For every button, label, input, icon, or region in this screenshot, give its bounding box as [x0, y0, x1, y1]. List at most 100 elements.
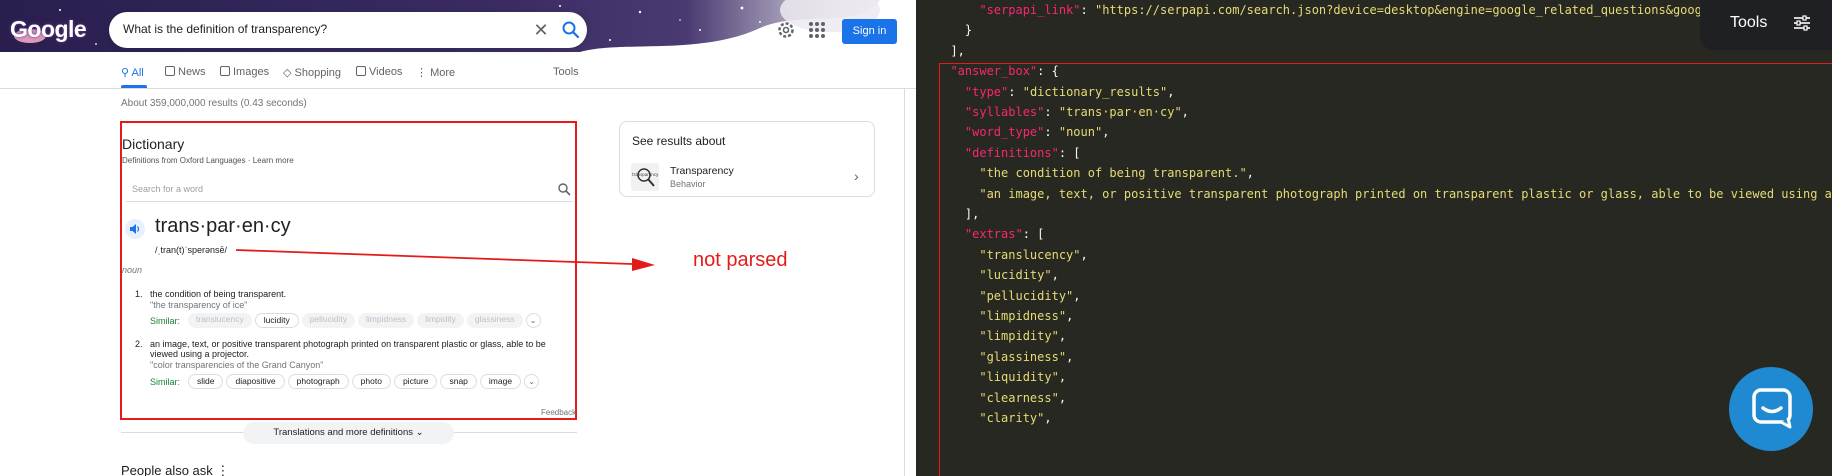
tools-panel[interactable]: Tools	[1700, 0, 1832, 50]
similar-chip[interactable]: photo	[351, 374, 391, 389]
json-code-line: "translucency",	[936, 247, 1088, 262]
feedback-link[interactable]: Feedback	[541, 408, 576, 417]
similar-chip[interactable]: diapositive	[226, 374, 285, 389]
phonetic: /ˌtran(t)ˈsperənsē/	[155, 245, 228, 255]
search-bar[interactable]: What is the definition of transparency? …	[109, 12, 587, 48]
tab-more[interactable]: ⋮ More	[416, 66, 455, 79]
videos-icon	[356, 66, 366, 76]
json-code-panel: "serpapi_link": "https://serpapi.com/sea…	[916, 0, 1832, 476]
json-punctuation	[936, 329, 979, 343]
json-code-line: "syllables": "trans·par·en·cy",	[936, 105, 1189, 119]
json-string: "clarity"	[979, 411, 1045, 425]
json-punctuation	[936, 289, 979, 303]
json-code-line: "clarity",	[936, 411, 1051, 425]
tab-videos[interactable]: Videos	[356, 66, 402, 78]
more-options-icon[interactable]: ⋮	[216, 463, 229, 476]
chevron-down-icon[interactable]: ⌄	[525, 313, 541, 328]
json-punctuation	[936, 411, 979, 425]
similar-chip[interactable]: photograph	[287, 374, 349, 389]
similar-chip[interactable]: pellucidity	[301, 313, 356, 328]
json-string: "liquidity"	[979, 370, 1059, 385]
similar-chip[interactable]: glassiness	[466, 313, 523, 328]
scrollbar[interactable]	[904, 88, 905, 476]
definition-number: 1.	[135, 289, 143, 299]
json-punctuation: ,	[1073, 288, 1081, 303]
json-punctuation: ,	[1246, 166, 1254, 181]
part-of-speech: noun	[122, 265, 143, 275]
json-key: "word_type"	[964, 125, 1045, 140]
json-punctuation	[936, 268, 979, 282]
see-results-card[interactable]: See results about transparency Transpare…	[619, 121, 875, 197]
json-punctuation	[936, 3, 979, 17]
sign-in-button[interactable]: Sign in	[842, 19, 897, 44]
json-code-line: "limpidness",	[936, 309, 1073, 323]
similar-chip[interactable]: lucidity	[254, 313, 299, 328]
search-icon[interactable]	[557, 182, 571, 196]
tab-tools[interactable]: Tools	[553, 66, 579, 78]
result-stats: About 359,000,000 results (0.43 seconds)	[121, 98, 307, 109]
tab-all[interactable]: ⚲ All	[121, 66, 144, 79]
json-punctuation: ],	[936, 207, 980, 221]
similar-chip[interactable]: limpidness	[358, 313, 415, 328]
json-punctuation	[936, 166, 979, 180]
json-string: "trans·par·en·cy"	[1058, 105, 1182, 119]
json-punctuation: ,	[1058, 370, 1067, 385]
dictionary-box: Dictionary Definitions from Oxford Langu…	[120, 121, 577, 420]
google-logo[interactable]: Google	[10, 16, 87, 43]
json-punctuation: :	[1080, 3, 1095, 17]
tools-label: Tools	[1730, 14, 1768, 31]
json-punctuation: ],	[936, 43, 965, 58]
serp-panel: Google What is the definition of transpa…	[0, 0, 916, 476]
json-code-line: "definitions": [	[936, 146, 1081, 160]
search-input[interactable]: What is the definition of transparency?	[123, 22, 327, 36]
similar-chip[interactable]: translucency	[188, 313, 252, 328]
json-punctuation: :	[1044, 105, 1059, 119]
json-punctuation: ,	[1102, 125, 1110, 140]
chevron-down-icon[interactable]: ⌄	[524, 374, 540, 389]
json-string: "translucency"	[979, 247, 1081, 262]
json-punctuation	[936, 125, 965, 139]
json-code-line: "answer_box": {	[936, 64, 1058, 78]
json-punctuation: ,	[1080, 247, 1088, 262]
similar-chip[interactable]: limpidity	[417, 313, 464, 328]
gear-icon[interactable]	[776, 20, 796, 40]
json-punctuation: ,	[1058, 390, 1067, 405]
word-search-field[interactable]: Search for a word	[126, 178, 573, 202]
json-string: "noun"	[1058, 125, 1103, 140]
tab-news[interactable]: News	[165, 66, 206, 78]
json-string: "glassiness"	[979, 349, 1067, 364]
sliders-icon[interactable]	[1793, 14, 1811, 32]
chevron-right-icon: ›	[854, 168, 859, 184]
similar-chip[interactable]: picture	[393, 374, 438, 389]
see-results-title: See results about	[632, 134, 726, 148]
json-punctuation	[936, 248, 979, 262]
header-doodle: Google What is the definition of transpa…	[0, 0, 916, 56]
json-punctuation: ,	[1167, 84, 1175, 99]
clear-icon[interactable]: ✕	[529, 18, 553, 42]
json-code-line: "lucidity",	[936, 268, 1058, 283]
similar-chips: slide diapositive photograph photo pictu…	[188, 374, 540, 389]
chat-launcher-button[interactable]	[1729, 367, 1813, 451]
similar-chip[interactable]: snap	[440, 374, 477, 389]
json-string: "pellucidity"	[979, 288, 1074, 303]
json-punctuation: ,	[1066, 309, 1074, 323]
translations-button[interactable]: Translations and more definitions ⌄	[243, 422, 454, 444]
json-punctuation: ,	[1066, 349, 1074, 364]
search-icon[interactable]	[559, 18, 583, 42]
apps-grid-icon[interactable]	[809, 22, 825, 38]
similar-label: Similar:	[150, 377, 181, 387]
tab-images[interactable]: Images	[220, 66, 269, 78]
json-punctuation	[936, 227, 965, 241]
tab-shopping[interactable]: ◇ Shopping	[283, 66, 341, 79]
json-key: "type"	[964, 84, 1009, 99]
json-code-line: "an image, text, or positive transparent…	[936, 187, 1832, 201]
dictionary-source[interactable]: Definitions from Oxford Languages · Lear…	[122, 156, 294, 165]
similar-chip[interactable]: slide	[188, 374, 224, 389]
speaker-icon[interactable]	[125, 219, 145, 239]
json-punctuation: ,	[1058, 329, 1067, 344]
json-string: "https://serpapi.com/search.json?device=…	[1094, 3, 1731, 17]
similar-chip[interactable]: image	[479, 374, 522, 389]
json-string: "lucidity"	[979, 268, 1052, 283]
similar-chips: translucency lucidity pellucidity limpid…	[188, 313, 541, 328]
json-code-line: "glassiness",	[936, 350, 1073, 364]
